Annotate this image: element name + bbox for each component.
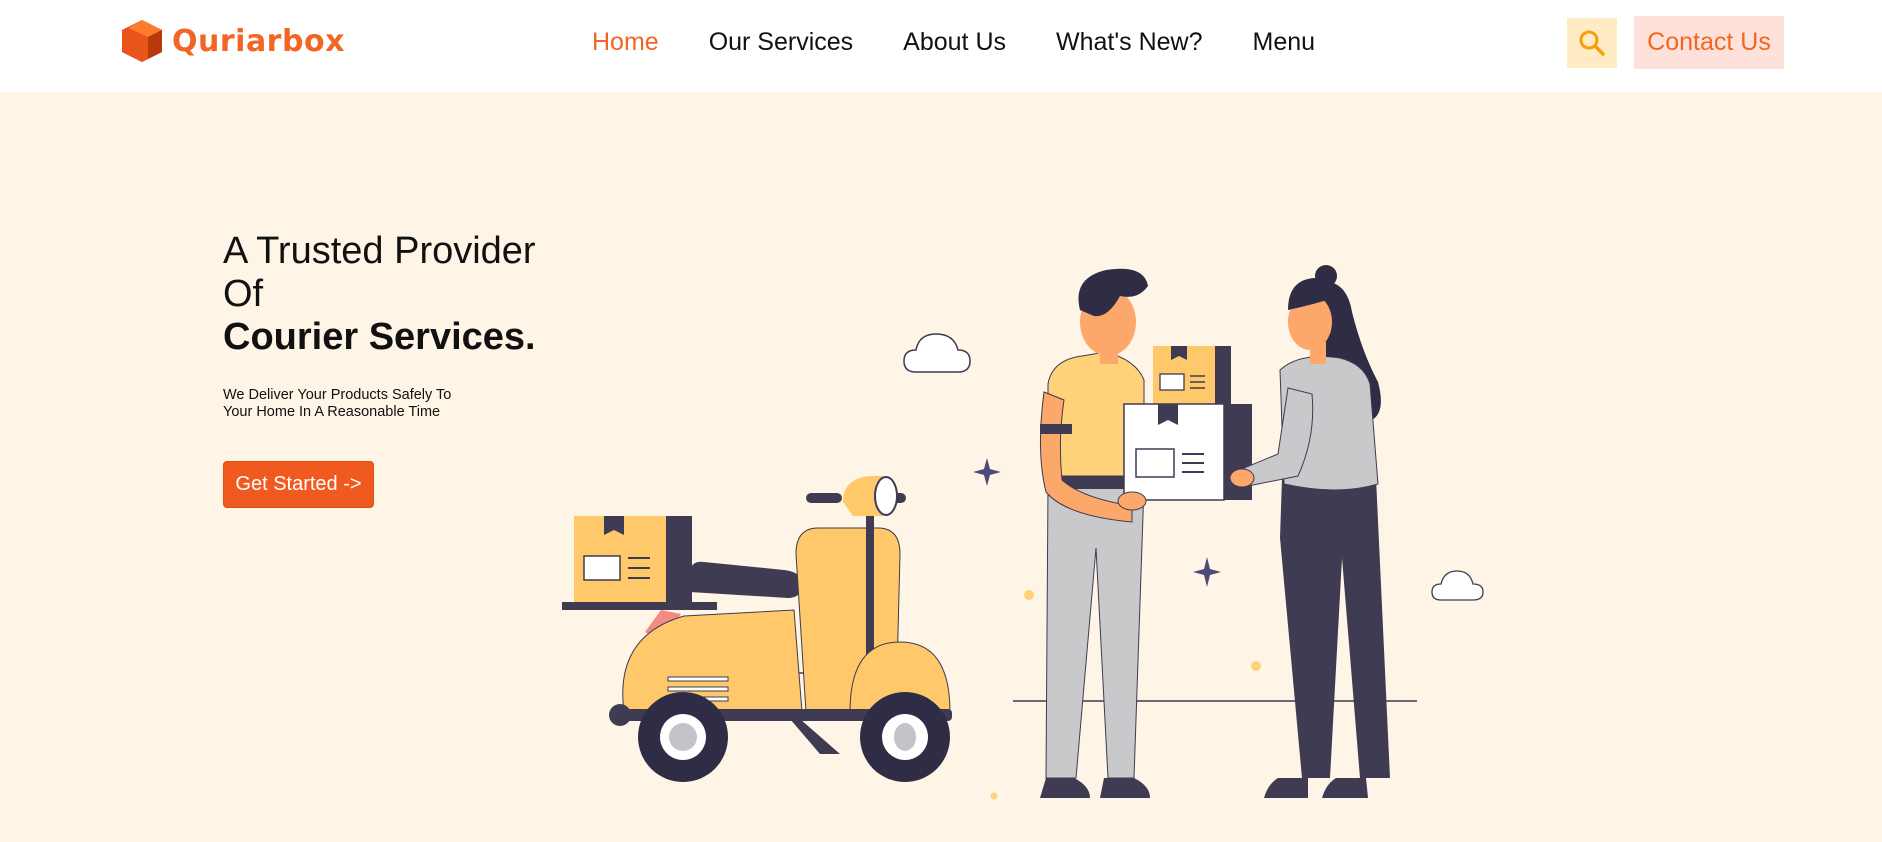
nav-link-menu[interactable]: Menu xyxy=(1253,28,1316,56)
contact-us-button[interactable]: Contact Us xyxy=(1634,16,1784,69)
hero-subtitle: We Deliver Your Products Safely To Your … xyxy=(223,387,452,420)
search-button[interactable] xyxy=(1567,18,1617,68)
hero-text: A Trusted Provider Of Courier Services. … xyxy=(223,230,553,508)
man-figure xyxy=(1039,268,1252,798)
hero-section: A Trusted Provider Of Courier Services. … xyxy=(0,92,1882,842)
cloud-icon xyxy=(903,333,971,373)
brand-logo-link[interactable]: Quriarbox xyxy=(120,18,345,64)
cloud-icon xyxy=(1431,570,1484,601)
brand-name: Quriarbox xyxy=(172,23,345,59)
nav-item-home: Home xyxy=(592,28,659,57)
nav-link-our-services[interactable]: Our Services xyxy=(709,28,853,56)
get-started-button[interactable]: Get Started -> xyxy=(223,461,374,508)
hero-title: A Trusted Provider Of Courier Services. xyxy=(223,230,553,359)
nav-item-whats-new: What's New? xyxy=(1056,28,1202,57)
nav-item-menu: Menu xyxy=(1253,28,1316,57)
sparkle-icon xyxy=(973,458,1001,486)
nav-item-our-services: Our Services xyxy=(709,28,853,57)
hero-title-line-3: Courier Services. xyxy=(223,316,536,358)
sparkle-icon xyxy=(1193,557,1221,587)
nav-link-about-us[interactable]: About Us xyxy=(903,28,1006,56)
navbar: Quriarbox Home Our Services About Us Wha… xyxy=(0,0,1882,92)
hero-title-line-1: A Trusted Provider xyxy=(223,230,536,272)
nav-link-home[interactable]: Home xyxy=(592,28,659,56)
main-nav: Home Our Services About Us What's New? M… xyxy=(592,28,1315,57)
search-icon xyxy=(1579,30,1605,56)
hexagon-box-logo-icon xyxy=(122,20,162,62)
scooter xyxy=(562,476,952,782)
delivery-scooter-couple-illustration xyxy=(562,265,1484,800)
woman-figure xyxy=(1229,265,1390,798)
nav-item-about-us: About Us xyxy=(903,28,1006,57)
hero-title-line-2: Of xyxy=(223,273,264,315)
nav-link-whats-new[interactable]: What's New? xyxy=(1056,28,1202,56)
